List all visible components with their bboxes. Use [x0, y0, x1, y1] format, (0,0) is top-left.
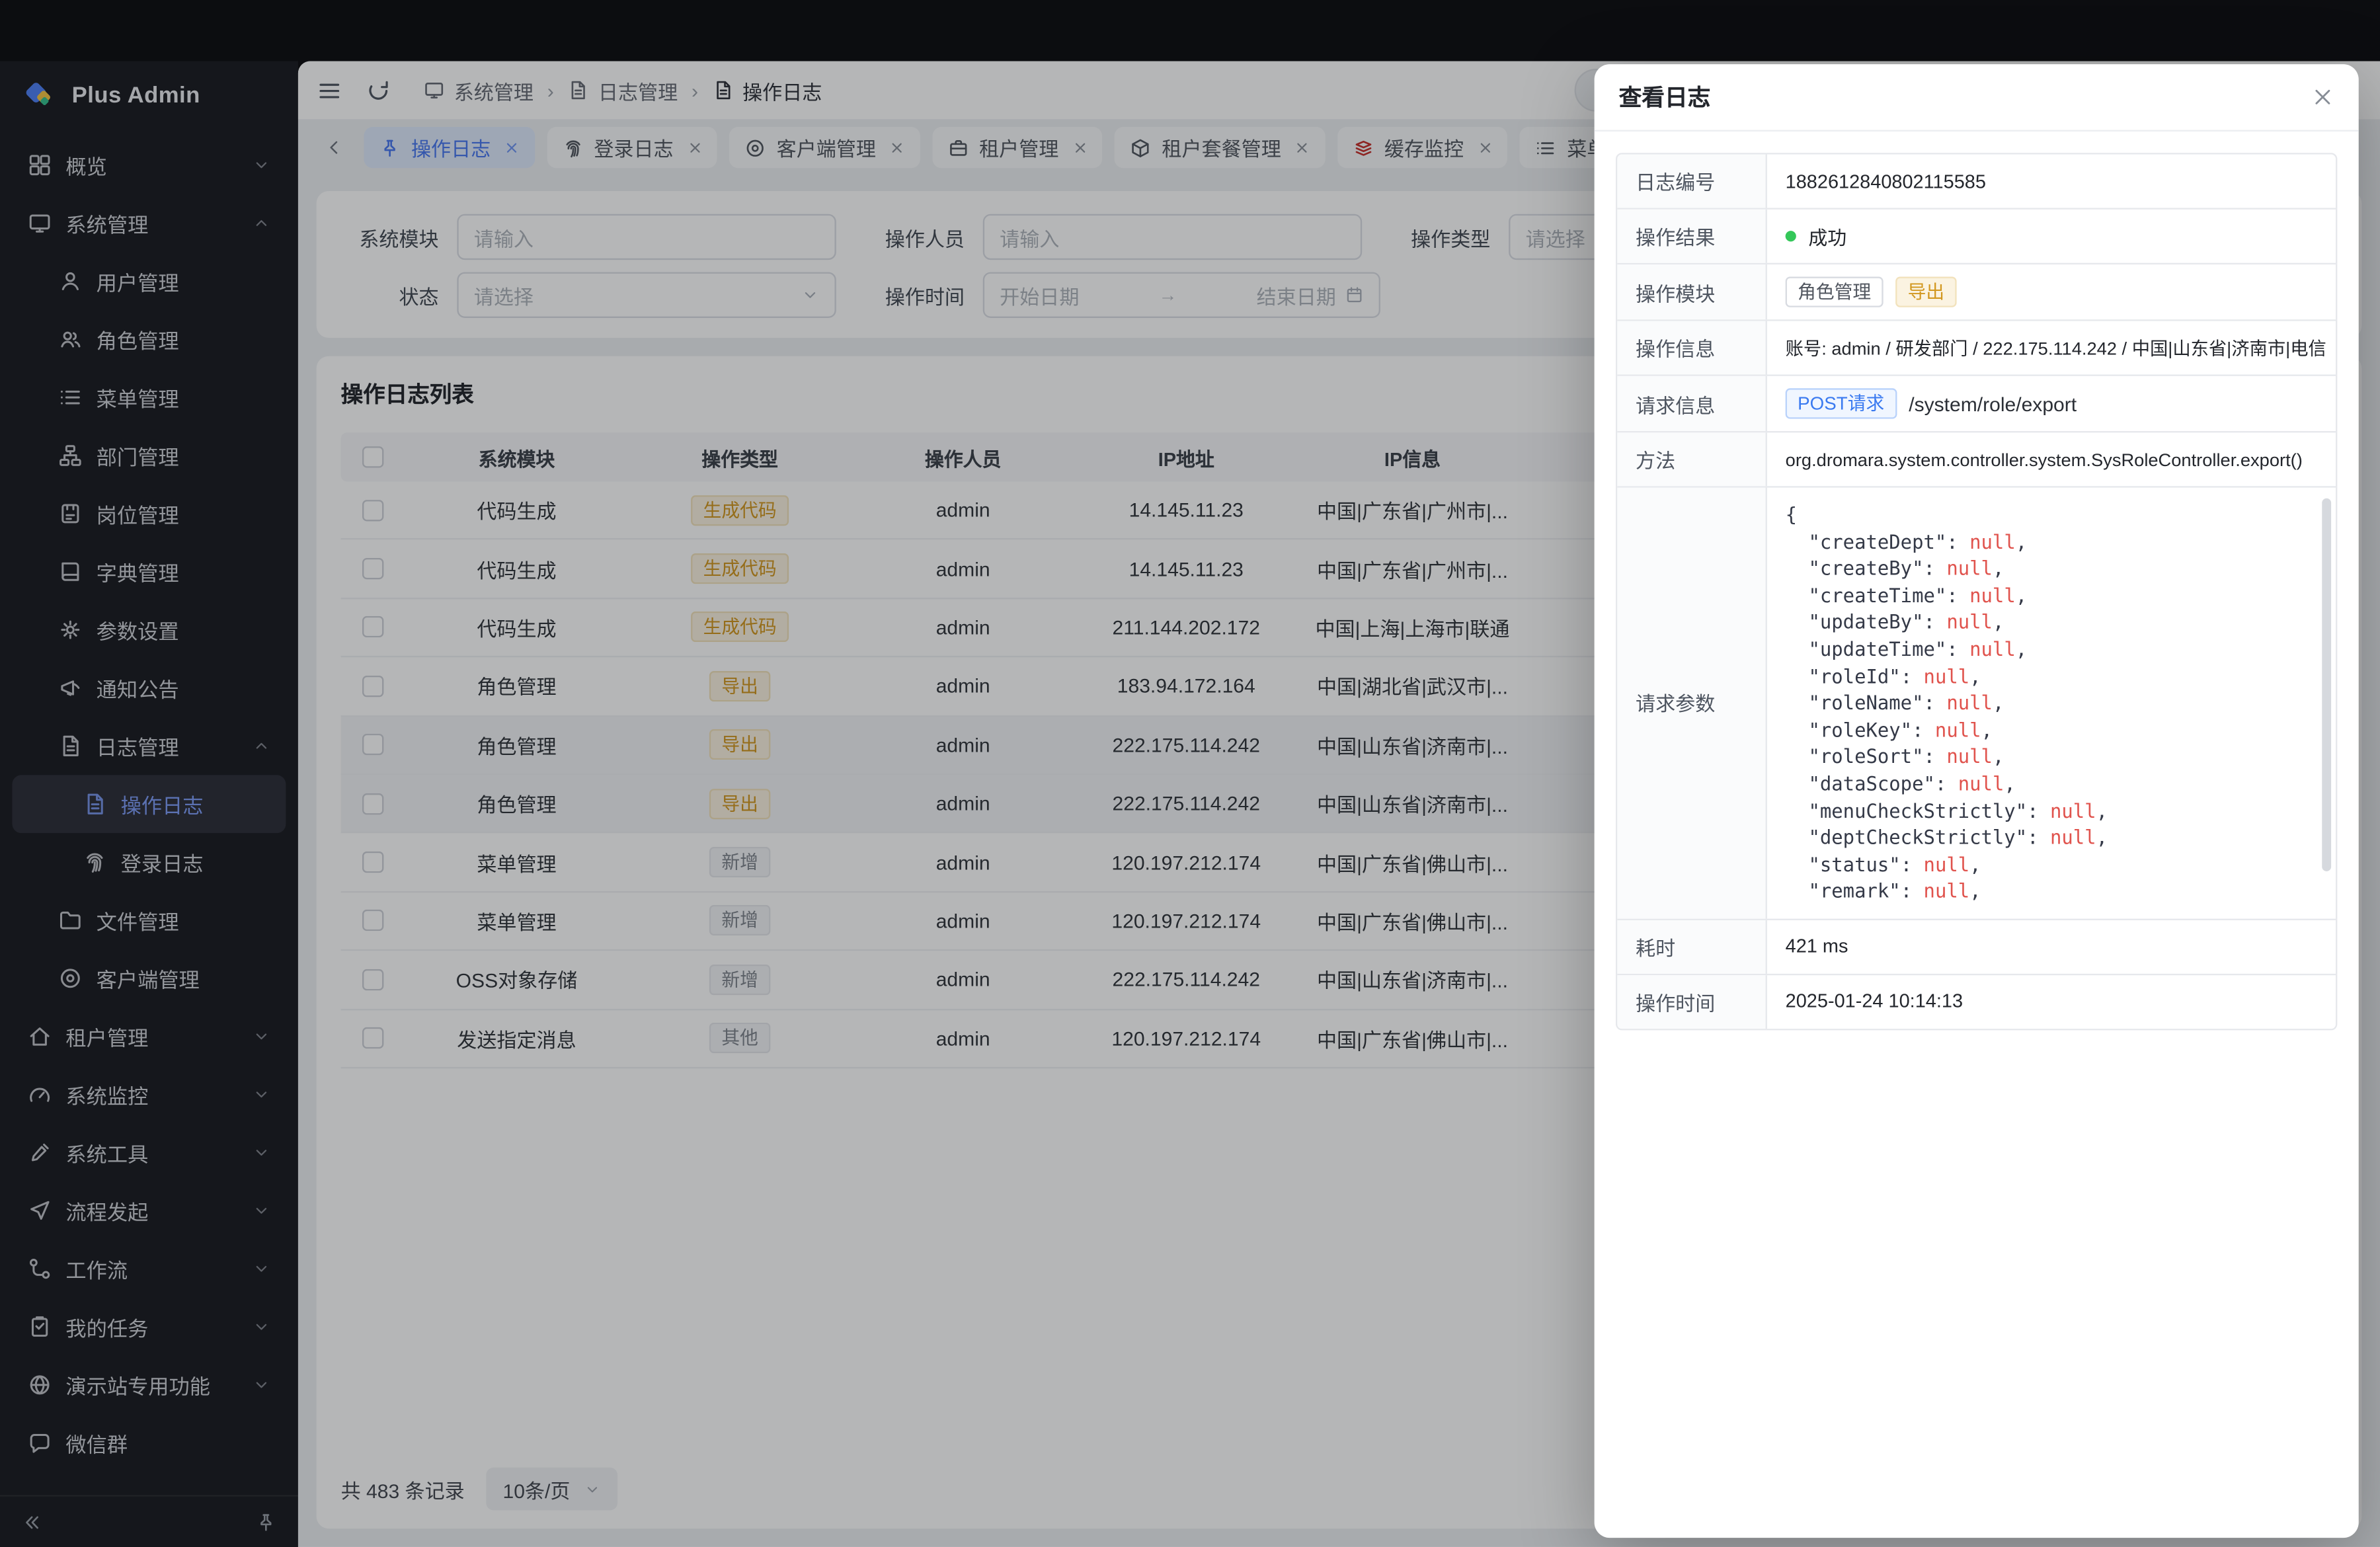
detail-row-耗时: 耗时421 ms [1617, 920, 2336, 975]
field-value: 账号: admin / 研发部门 / 222.175.114.242 / 中国|… [1767, 321, 2336, 375]
field-value: 421 ms [1767, 920, 2336, 974]
code-scrollbar[interactable] [2322, 498, 2331, 871]
field-label: 请求参数 [1617, 488, 1767, 919]
field-value: 1882612840802115585 [1767, 155, 2336, 208]
field-value: 2025-01-24 10:14:13 [1767, 975, 2336, 1029]
field-value-code: { "createDept": null, "createBy": null, … [1767, 488, 2336, 919]
field-value-tags: 角色管理导出 [1767, 264, 2336, 319]
close-icon[interactable] [2311, 85, 2334, 108]
close-icon [2311, 85, 2334, 108]
field-value-status: 成功 [1767, 210, 2336, 263]
field-label: 操作时间 [1617, 975, 1767, 1029]
field-value: org.dromara.system.controller.system.Sys… [1767, 432, 2336, 486]
detail-row-操作信息: 操作信息账号: admin / 研发部门 / 222.175.114.242 /… [1617, 321, 2336, 376]
drawer-title: 查看日志 [1619, 81, 1711, 114]
http-method-tag: POST请求 [1786, 388, 1897, 418]
module-tag: 导出 [1895, 277, 1957, 307]
screen: Plus Admin 概览系统管理用户管理角色管理菜单管理部门管理岗位管理字典管… [0, 0, 2380, 1547]
field-label: 日志编号 [1617, 155, 1767, 208]
field-label: 方法 [1617, 432, 1767, 486]
view-log-drawer: 查看日志 日志编号1882612840802115585操作结果成功操作模块角色… [1595, 64, 2359, 1538]
detail-row-方法: 方法org.dromara.system.controller.system.S… [1617, 432, 2336, 487]
field-label: 操作结果 [1617, 210, 1767, 263]
detail-row-日志编号: 日志编号1882612840802115585 [1617, 155, 2336, 210]
module-tag: 角色管理 [1786, 277, 1884, 307]
request-params-json: { "createDept": null, "createBy": null, … [1767, 488, 2336, 919]
drawer-header: 查看日志 [1595, 64, 2359, 132]
detail-row-操作结果: 操作结果成功 [1617, 210, 2336, 264]
detail-row-操作时间: 操作时间2025-01-24 10:14:13 [1617, 975, 2336, 1029]
detail-row-请求参数: 请求参数{ "createDept": null, "createBy": nu… [1617, 488, 2336, 920]
success-dot-icon [1786, 231, 1796, 241]
field-label: 耗时 [1617, 920, 1767, 974]
field-label: 请求信息 [1617, 376, 1767, 431]
field-label: 操作信息 [1617, 321, 1767, 375]
drawer-body: 日志编号1882612840802115585操作结果成功操作模块角色管理导出操… [1595, 132, 2359, 1538]
detail-row-操作模块: 操作模块角色管理导出 [1617, 264, 2336, 321]
field-value-request: POST请求/system/role/export [1767, 376, 2336, 431]
detail-row-请求信息: 请求信息POST请求/system/role/export [1617, 376, 2336, 433]
request-path: /system/role/export [1909, 392, 2077, 415]
log-detail-table: 日志编号1882612840802115585操作结果成功操作模块角色管理导出操… [1616, 153, 2337, 1030]
field-label: 操作模块 [1617, 264, 1767, 319]
